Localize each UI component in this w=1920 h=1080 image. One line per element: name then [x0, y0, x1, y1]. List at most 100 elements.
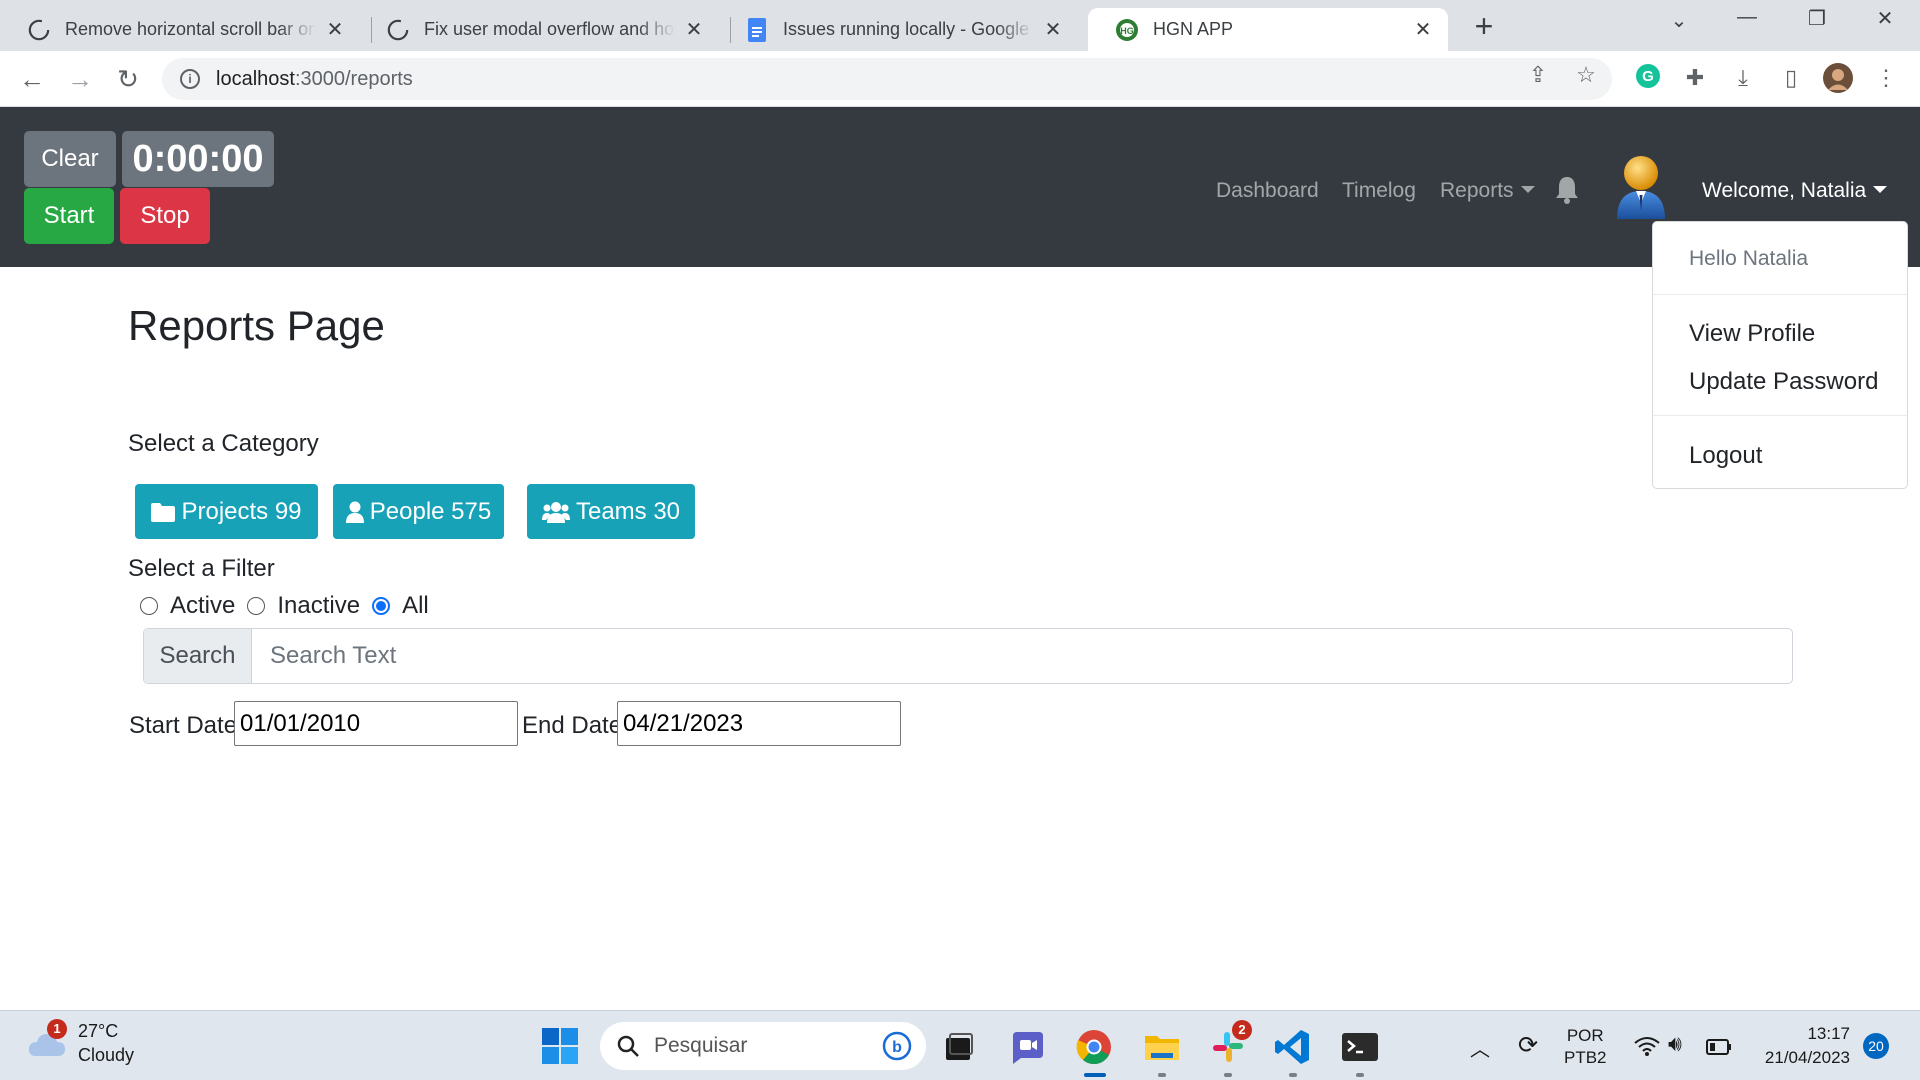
filter-active-label: Active: [170, 592, 236, 619]
clock-time: 13:17: [1807, 1024, 1850, 1043]
tab-search-icon[interactable]: ⌄: [1659, 8, 1699, 33]
new-tab-button[interactable]: +: [1467, 10, 1501, 44]
task-view-icon[interactable]: [940, 1028, 978, 1066]
notification-count-badge[interactable]: 20: [1863, 1033, 1889, 1059]
wifi-icon[interactable]: [1634, 1035, 1660, 1057]
tray-overflow-icon[interactable]: ︿: [1470, 1033, 1490, 1062]
filter-inactive-radio[interactable]: [247, 597, 266, 615]
close-icon[interactable]: ✕: [1042, 19, 1064, 41]
slack-badge: 2: [1232, 1020, 1252, 1040]
browser-tab[interactable]: Fix user modal overflow and hori ✕: [359, 8, 719, 51]
restore-icon[interactable]: ❐: [1797, 6, 1837, 31]
svg-text:b: b: [892, 1039, 902, 1056]
nav-timelog[interactable]: Timelog: [1342, 179, 1416, 203]
file-explorer-icon[interactable]: [1143, 1028, 1181, 1066]
keyboard-layout: PTB2: [1564, 1048, 1607, 1067]
filter-inactive-label: Inactive: [277, 592, 361, 619]
language-indicator[interactable]: POR PTB2: [1564, 1025, 1607, 1069]
grammarly-icon[interactable]: G: [1633, 63, 1663, 93]
teams-chat-icon[interactable]: [1009, 1028, 1047, 1066]
bell-icon[interactable]: [1554, 175, 1580, 205]
forward-icon[interactable]: →: [64, 63, 96, 95]
browser-tab[interactable]: Issues running locally - Google D ✕: [718, 8, 1078, 51]
weather-desc: Cloudy: [78, 1045, 135, 1065]
github-icon: [386, 18, 410, 42]
close-icon[interactable]: ✕: [1412, 19, 1434, 41]
nav-reports-dropdown[interactable]: Reports: [1440, 179, 1535, 203]
people-category-button[interactable]: People 575: [333, 484, 504, 539]
hgn-icon: HG: [1115, 18, 1139, 42]
reload-icon[interactable]: ↻: [112, 63, 144, 95]
timer-stop-button[interactable]: Stop: [120, 188, 210, 244]
share-icon[interactable]: ⇪: [1524, 61, 1552, 89]
caret-down-icon: [1873, 186, 1888, 193]
user-dropdown-menu: Hello Natalia View Profile Update Passwo…: [1652, 221, 1908, 489]
nav-reports-label: Reports: [1440, 179, 1514, 202]
minimize-icon[interactable]: —: [1727, 6, 1767, 29]
active-app-indicator: [1084, 1073, 1106, 1077]
url-field[interactable]: i localhost:3000/reports: [162, 58, 1612, 100]
search-input[interactable]: [252, 629, 1792, 683]
taskbar-search[interactable]: Pesquisar b: [600, 1022, 926, 1070]
start-date-input[interactable]: 01/01/2010: [234, 701, 518, 746]
filter-all-radio[interactable]: [372, 597, 391, 615]
search-icon: [617, 1035, 639, 1057]
chrome-icon[interactable]: [1075, 1028, 1113, 1066]
chrome-menu-icon[interactable]: ⋮: [1871, 63, 1901, 93]
close-icon[interactable]: ✕: [683, 19, 705, 41]
search-group: Search: [143, 628, 1793, 684]
browser-tab-active[interactable]: HG HGN APP ✕: [1088, 8, 1448, 51]
tab-title: HGN APP: [1153, 19, 1234, 39]
browser-tab[interactable]: Remove horizontal scroll bar on c ✕: [0, 8, 360, 51]
url-host: localhost: [216, 67, 295, 90]
windows-taskbar: 27°C Cloudy 1 Pesquisar b 2 ︿ ⟳ POR PTB2…: [0, 1010, 1920, 1080]
window-close-icon[interactable]: ✕: [1865, 6, 1905, 31]
terminal-icon[interactable]: [1341, 1028, 1379, 1066]
select-filter-label: Select a Filter: [128, 555, 275, 582]
timer-start-button[interactable]: Start: [24, 188, 114, 244]
weather-temp: 27°C: [78, 1021, 119, 1041]
close-icon[interactable]: ✕: [324, 19, 346, 41]
profile-avatar-icon[interactable]: [1823, 63, 1853, 93]
address-bar: ← → ↻ i localhost:3000/reports ⇪ ☆ G ✚ ⤓…: [0, 51, 1920, 107]
svg-text:HG: HG: [1120, 26, 1134, 36]
clock-date: 21/04/2023: [1764, 1048, 1850, 1067]
vscode-icon[interactable]: [1274, 1028, 1312, 1066]
update-password-link[interactable]: Update Password: [1689, 368, 1878, 396]
user-menu-toggle[interactable]: Welcome, Natalia: [1702, 179, 1888, 203]
battery-icon[interactable]: [1706, 1039, 1732, 1055]
back-icon[interactable]: ←: [16, 63, 48, 95]
volume-icon[interactable]: 🔊︎: [1668, 1031, 1682, 1057]
end-date-input[interactable]: 04/21/2023: [617, 701, 901, 746]
start-date-label: Start Date: [129, 712, 238, 739]
download-icon[interactable]: ⤓: [1728, 63, 1758, 93]
timer-clear-button[interactable]: Clear: [24, 131, 116, 187]
windows-start-icon[interactable]: [541, 1027, 579, 1065]
side-panel-icon[interactable]: ▯: [1776, 63, 1806, 93]
teams-category-button[interactable]: Teams 30: [527, 484, 695, 539]
weather-widget[interactable]: 27°C Cloudy: [28, 1019, 134, 1067]
timer-display: 0:00:00: [122, 131, 274, 187]
app-running-indicator: [1158, 1073, 1166, 1077]
filter-active-radio[interactable]: [140, 597, 158, 615]
nav-dashboard[interactable]: Dashboard: [1216, 179, 1319, 203]
language-code: POR: [1566, 1026, 1604, 1045]
google-docs-icon: [745, 17, 769, 42]
sync-icon[interactable]: ⟳: [1518, 1031, 1538, 1060]
browser-tabstrip: Remove horizontal scroll bar on c ✕ Fix …: [0, 0, 1920, 51]
tab-title: Issues running locally - Google D: [783, 19, 1034, 39]
people-category-label: People 575: [369, 497, 492, 525]
site-info-icon[interactable]: i: [180, 69, 200, 89]
page-title: Reports Page: [128, 302, 385, 349]
extensions-icon[interactable]: ✚: [1680, 63, 1710, 93]
users-icon: [541, 501, 570, 523]
user-avatar-icon[interactable]: [1614, 153, 1668, 219]
clock[interactable]: 13:17 21/04/2023: [1752, 1022, 1850, 1070]
dropdown-header: Hello Natalia: [1689, 247, 1809, 270]
logout-link[interactable]: Logout: [1689, 442, 1762, 470]
projects-category-button[interactable]: Projects 99: [135, 484, 318, 539]
bookmark-star-icon[interactable]: ☆: [1572, 61, 1600, 89]
app-header: Clear 0:00:00 Start Stop Dashboard Timel…: [0, 107, 1920, 267]
taskbar-search-placeholder: Pesquisar: [654, 1034, 748, 1057]
view-profile-link[interactable]: View Profile: [1689, 320, 1815, 348]
